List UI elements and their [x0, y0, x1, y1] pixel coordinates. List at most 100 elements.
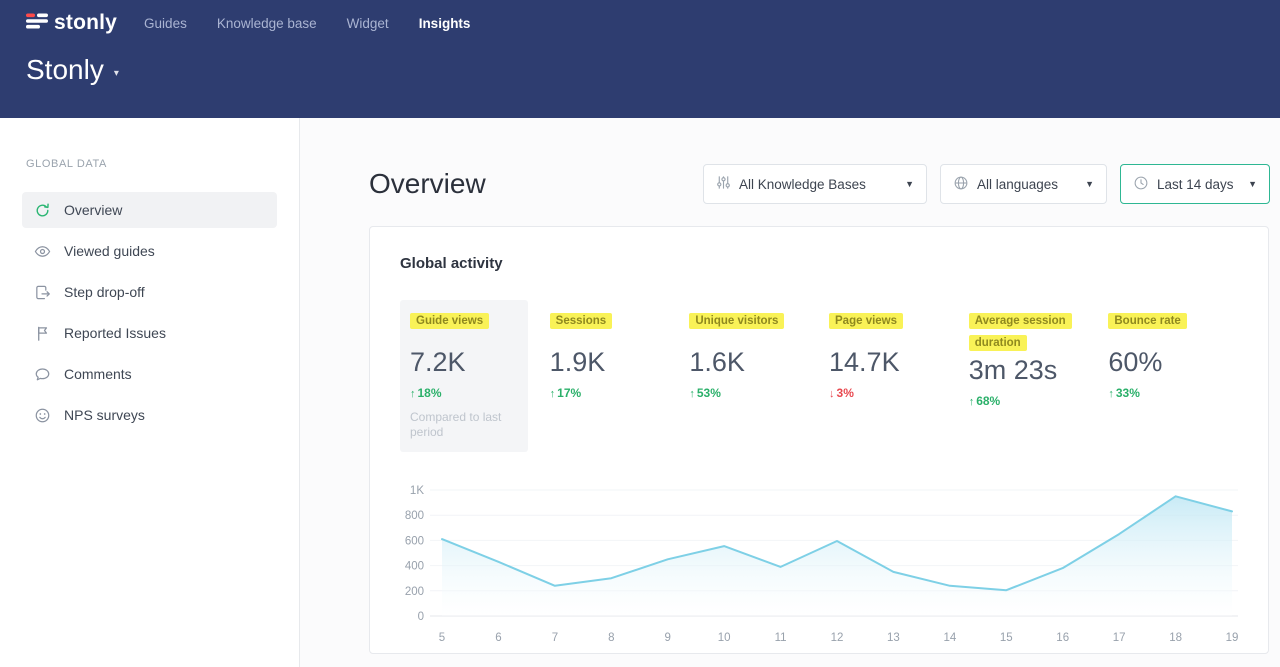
nav-item-guides[interactable]: Guides	[144, 16, 187, 31]
svg-text:7: 7	[552, 632, 558, 644]
knowledge-base-filter-dropdown[interactable]: All Knowledge Bases ▼	[703, 164, 927, 204]
metric-change-value: 53%	[697, 386, 721, 400]
clock-icon	[1133, 175, 1149, 194]
globe-icon	[953, 175, 969, 194]
language-filter-value: All languages	[977, 177, 1058, 192]
metric-change: ↑68%	[969, 394, 1087, 408]
main-panel: Overview All Knowledge Bases ▼	[300, 118, 1280, 667]
date-range-filter-value: Last 14 days	[1157, 177, 1234, 192]
svg-text:0: 0	[418, 611, 424, 623]
metric-guide-views[interactable]: Guide views 7.2K ↑18% Compared to last p…	[400, 300, 528, 452]
trend-arrow-icon: ↑	[689, 388, 695, 400]
sidebar-item-label: Overview	[64, 202, 122, 218]
workspace-title: Stonly	[26, 54, 104, 86]
sidebar-item-label: Reported Issues	[64, 325, 166, 341]
svg-text:13: 13	[887, 632, 900, 644]
metric-sessions[interactable]: Sessions 1.9K ↑17%	[540, 300, 668, 452]
svg-text:12: 12	[831, 632, 844, 644]
metric-change-value: 18%	[418, 386, 442, 400]
page-title: Overview	[369, 168, 486, 200]
sidebar-section-label: GLOBAL DATA	[26, 158, 273, 170]
metric-value: 7.2K	[410, 347, 528, 377]
sidebar-item-reported-issues[interactable]: Reported Issues	[22, 315, 277, 351]
chart-area: 02004006008001K5678910111213141516171819	[400, 478, 1238, 655]
svg-text:17: 17	[1113, 632, 1126, 644]
stonly-logo[interactable]: stonly	[26, 11, 117, 36]
svg-text:800: 800	[405, 510, 424, 522]
metric-change: ↑53%	[689, 386, 807, 400]
nav-item-widget[interactable]: Widget	[347, 16, 389, 31]
svg-text:16: 16	[1056, 632, 1069, 644]
trend-arrow-icon: ↑	[1108, 388, 1114, 400]
global-activity-card: Global activity Guide views 7.2K ↑18% Co…	[369, 226, 1269, 654]
metric-value: 1.9K	[550, 347, 668, 377]
svg-text:5: 5	[439, 632, 445, 644]
metric-label: Guide views	[410, 313, 489, 329]
stonly-logo-text: stonly	[54, 11, 117, 35]
metric-change-value: 68%	[976, 394, 1000, 408]
svg-text:6: 6	[495, 632, 501, 644]
sidebar-item-step-drop-off[interactable]: Step drop-off	[22, 274, 277, 310]
svg-text:10: 10	[718, 632, 731, 644]
metric-note: Compared to last period	[410, 410, 508, 440]
global-activity-chart: 02004006008001K5678910111213141516171819	[400, 478, 1240, 650]
nav-item-knowledge-base[interactable]: Knowledge base	[217, 16, 317, 31]
metric-average-session-duration[interactable]: Average session duration 3m 23s ↑68%	[959, 300, 1087, 452]
smiley-icon	[33, 406, 51, 424]
stonly-logo-icon	[26, 11, 48, 36]
metric-value: 14.7K	[829, 347, 947, 377]
svg-text:11: 11	[775, 632, 787, 644]
svg-text:18: 18	[1169, 632, 1182, 644]
metric-change-value: 3%	[837, 386, 854, 400]
chevron-down-icon: ▼	[1234, 179, 1257, 189]
sidebar-item-viewed-guides[interactable]: Viewed guides	[22, 233, 277, 269]
top-nav-row: stonly Guides Knowledge base Widget Insi…	[26, 0, 1254, 36]
comment-icon	[33, 365, 51, 383]
metric-label: Average session duration	[969, 313, 1072, 351]
svg-text:14: 14	[944, 632, 957, 644]
sidebar-item-label: Comments	[64, 366, 132, 382]
sliders-icon	[716, 175, 731, 193]
knowledge-base-filter-value: All Knowledge Bases	[739, 177, 866, 192]
nav-item-insights[interactable]: Insights	[419, 16, 471, 31]
sidebar-item-nps-surveys[interactable]: NPS surveys	[22, 397, 277, 433]
sidebar: GLOBAL DATA Overview Viewed guides	[0, 118, 300, 667]
main-header: Overview All Knowledge Bases ▼	[369, 164, 1270, 204]
svg-text:200: 200	[405, 586, 424, 598]
flag-icon	[33, 324, 51, 342]
metrics-row: Guide views 7.2K ↑18% Compared to last p…	[400, 300, 1238, 452]
date-range-filter-dropdown[interactable]: Last 14 days ▼	[1120, 164, 1270, 204]
workspace-selector[interactable]: Stonly ▾	[26, 54, 1254, 86]
metric-value: 1.6K	[689, 347, 807, 377]
overview-icon	[33, 201, 51, 219]
top-navigation: Guides Knowledge base Widget Insights	[144, 16, 470, 31]
svg-text:19: 19	[1226, 632, 1239, 644]
sidebar-item-label: NPS surveys	[64, 407, 145, 423]
top-header: stonly Guides Knowledge base Widget Insi…	[0, 0, 1280, 118]
metric-page-views[interactable]: Page views 14.7K ↓3%	[819, 300, 947, 452]
metric-label: Unique visitors	[689, 313, 784, 329]
svg-text:9: 9	[664, 632, 670, 644]
svg-text:600: 600	[405, 535, 424, 547]
trend-arrow-icon: ↑	[969, 396, 975, 408]
metric-value: 3m 23s	[969, 355, 1087, 385]
sidebar-item-label: Viewed guides	[64, 243, 155, 259]
metric-change-value: 17%	[557, 386, 581, 400]
metric-label: Sessions	[550, 313, 613, 329]
sidebar-item-overview[interactable]: Overview	[22, 192, 277, 228]
sidebar-item-label: Step drop-off	[64, 284, 145, 300]
metric-label: Bounce rate	[1108, 313, 1186, 329]
metric-change: ↑33%	[1108, 386, 1226, 400]
metric-change-value: 33%	[1116, 386, 1140, 400]
sidebar-item-comments[interactable]: Comments	[22, 356, 277, 392]
chevron-down-icon: ▼	[1071, 179, 1094, 189]
metric-bounce-rate[interactable]: Bounce rate 60% ↑33%	[1098, 300, 1226, 452]
eye-icon	[33, 242, 51, 260]
svg-text:1K: 1K	[410, 485, 424, 497]
metric-change: ↑18%	[410, 386, 528, 400]
step-drop-off-icon	[33, 283, 51, 301]
metric-unique-visitors[interactable]: Unique visitors 1.6K ↑53%	[679, 300, 807, 452]
trend-arrow-icon: ↑	[550, 388, 556, 400]
language-filter-dropdown[interactable]: All languages ▼	[940, 164, 1107, 204]
metric-change: ↓3%	[829, 386, 947, 400]
